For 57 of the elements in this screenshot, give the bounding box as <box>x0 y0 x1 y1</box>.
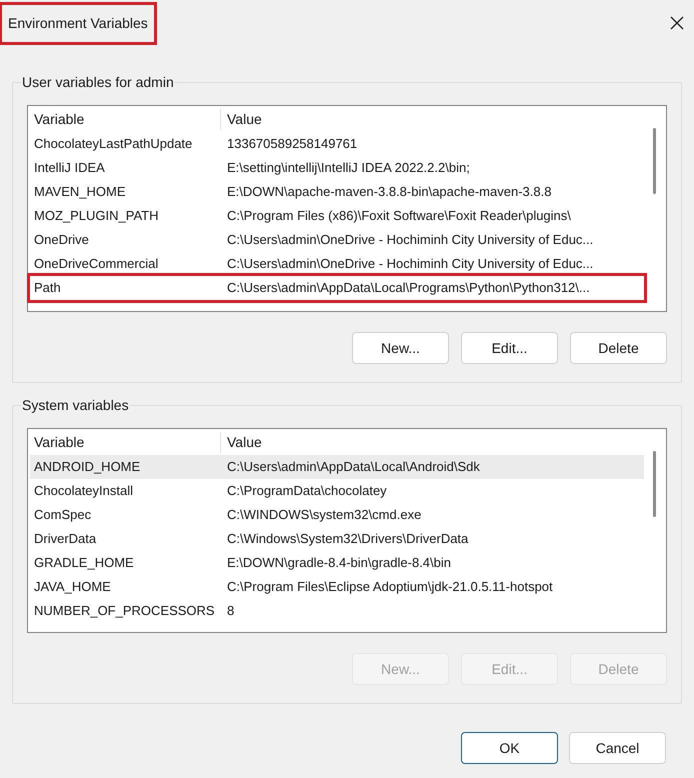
dialog-button[interactable]: Edit... <box>461 332 558 364</box>
variable-value: C:\WINDOWS\system32\cmd.exe <box>226 506 422 524</box>
scrollbar-thumb[interactable] <box>653 451 656 517</box>
variable-name: MAVEN_HOME <box>33 183 126 202</box>
list-row[interactable]: ANDROID_HOME C:\Users\admin\AppData\Local\Android\Sdk <box>30 455 644 479</box>
variable-value: E:\DOWN\apache-maven-3.8.8-bin\apache-maven-3.8.8 <box>226 183 552 202</box>
list-row[interactable]: ComSpec C:\WINDOWS\system32\cmd.exe <box>30 503 644 527</box>
variable-name: JAVA_HOME <box>33 578 112 596</box>
column-header[interactable]: Value <box>221 432 640 452</box>
variable-name: OneDriveCommercial <box>33 255 160 274</box>
variable-value: C:\Users\admin\AppData\Local\Programs\Python\Python312\... <box>226 279 591 298</box>
variable-name: NUMBER_OF_PROCESSORS <box>33 602 216 620</box>
variable-value: C:\Users\admin\OneDrive - Hochiminh City University of Educ... <box>226 231 594 250</box>
variable-value: C:\Windows\System32\Drivers\DriverData <box>226 530 470 548</box>
variable-name: ANDROID_HOME <box>33 458 142 476</box>
list-row[interactable]: ChocolateyInstall C:\ProgramData\chocolatey <box>30 479 644 503</box>
variable-list[interactable] <box>27 105 667 312</box>
list-row[interactable]: NUMBER_OF_PROCESSORS 8 <box>30 599 644 623</box>
variable-name: ChocolateyLastPathUpdate <box>33 135 194 154</box>
variable-name: DriverData <box>33 530 98 548</box>
dialog-button[interactable]: Delete <box>570 332 667 364</box>
variable-value: 8 <box>226 602 236 620</box>
variable-name: MOZ_PLUGIN_PATH <box>33 207 160 226</box>
variable-value: C:\Program Files (x86)\Foxit Software\Foxit Reader\plugins\ <box>226 207 572 226</box>
variable-value: C:\ProgramData\chocolatey <box>226 482 388 500</box>
list-row[interactable]: MOZ_PLUGIN_PATH C:\Program Files (x86)\Foxit Software\Foxit Reader\plugins\ <box>30 204 644 228</box>
variable-name: ComSpec <box>33 506 92 524</box>
column-header[interactable]: Value <box>221 108 640 130</box>
dialog-button[interactable]: New... <box>352 332 449 364</box>
variable-value: C:\Program Files\Eclipse Adoptium\jdk-21.0.5.11-hotspot <box>226 578 554 596</box>
list-row[interactable]: DriverData C:\Windows\System32\Drivers\DriverData <box>30 527 644 551</box>
variable-name: GRADLE_HOME <box>33 554 135 572</box>
ok-button[interactable]: OK <box>461 732 558 764</box>
variable-list[interactable] <box>27 428 667 633</box>
scrollbar-thumb[interactable] <box>653 128 656 194</box>
close-icon[interactable] <box>670 16 684 30</box>
window-title: Environment Variables <box>2 4 154 42</box>
variable-value: E:\DOWN\gradle-8.4-bin\gradle-8.4\bin <box>226 554 452 572</box>
dialog-button[interactable]: Cancel <box>569 732 666 764</box>
list-row[interactable]: OneDriveCommercial C:\Users\admin\OneDrive - Hochiminh City University of Educ... <box>30 252 644 276</box>
list-row[interactable]: GRADLE_HOME E:\DOWN\gradle-8.4-bin\gradle-8.4\bin <box>30 551 644 575</box>
list-row[interactable]: OneDrive C:\Users\admin\OneDrive - Hochiminh City University of Educ... <box>30 228 644 252</box>
column-header[interactable]: Variable <box>28 432 221 452</box>
list-row[interactable]: Path C:\Users\admin\AppData\Local\Programs\Python\Python312\... <box>30 276 644 300</box>
list-row[interactable]: JAVA_HOME C:\Program Files\Eclipse Adoptium\jdk-21.0.5.11-hotspot <box>30 575 644 599</box>
variable-value: C:\Users\admin\OneDrive - Hochiminh City University of Educ... <box>226 255 594 274</box>
variable-name: IntelliJ IDEA <box>33 159 106 178</box>
variable-value: 133670589258149761 <box>226 135 358 154</box>
column-header[interactable]: Variable <box>28 108 221 130</box>
variable-name: ChocolateyInstall <box>33 482 134 500</box>
variable-name: OneDrive <box>33 231 90 250</box>
variable-value: E:\setting\intellij\IntelliJ IDEA 2022.2.2\bin; <box>226 159 471 178</box>
list-row[interactable]: IntelliJ IDEA E:\setting\intellij\IntelliJ IDEA 2022.2.2\bin; <box>30 156 644 180</box>
variable-name: Path <box>33 279 62 298</box>
variable-value: C:\Users\admin\AppData\Local\Android\Sdk <box>226 458 481 476</box>
list-row[interactable]: ChocolateyLastPathUpdate 133670589258149761 <box>30 132 644 156</box>
list-row[interactable]: MAVEN_HOME E:\DOWN\apache-maven-3.8.8-bin\apache-maven-3.8.8 <box>30 180 644 204</box>
